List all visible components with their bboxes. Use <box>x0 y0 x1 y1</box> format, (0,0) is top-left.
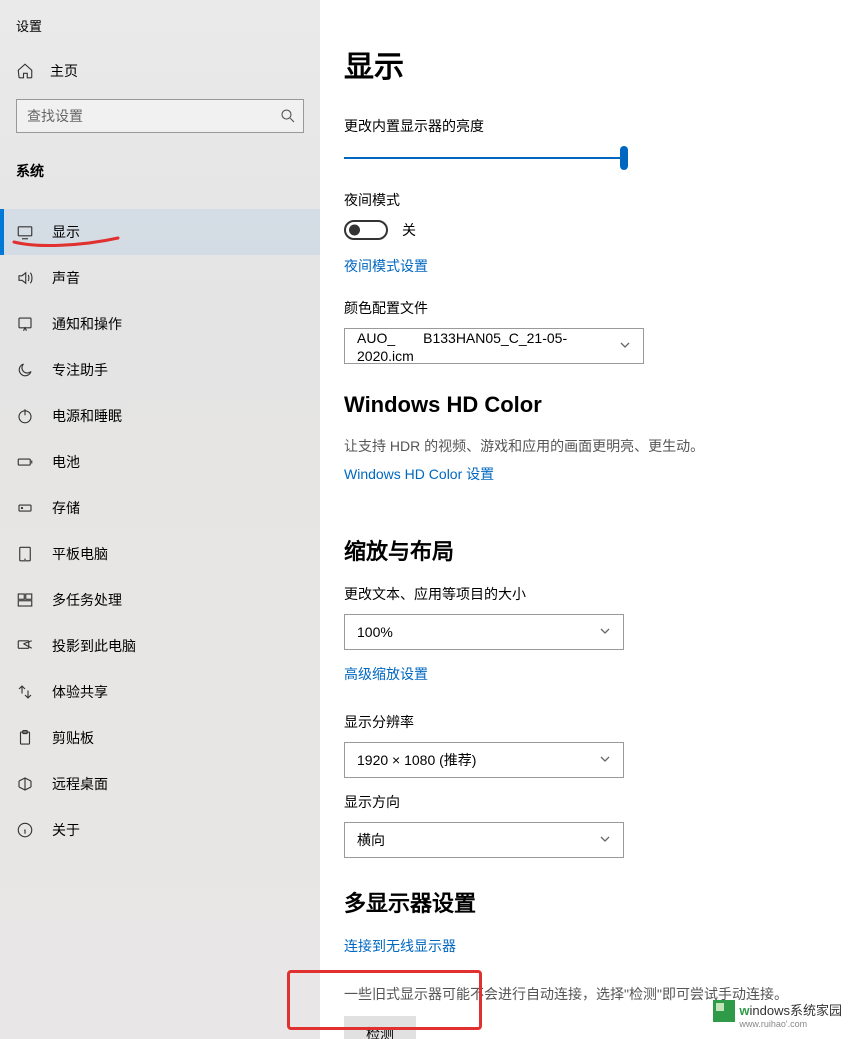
multi-display-desc: 一些旧式显示器可能不会进行自动连接，选择"检测"即可尝试手动连接。 <box>344 984 852 1004</box>
clipboard-icon <box>16 729 34 747</box>
slider-thumb[interactable] <box>620 146 628 170</box>
nav: 显示 声音 通知和操作 专注助手 电源和睡眠 电池 存储 平板电脑 <box>0 209 320 853</box>
sidebar-item-battery[interactable]: 电池 <box>0 439 320 485</box>
app-title: 设置 <box>0 8 320 51</box>
wireless-display-link[interactable]: 连接到无线显示器 <box>344 936 456 956</box>
chevron-down-icon <box>599 752 611 768</box>
brightness-slider[interactable] <box>344 146 628 170</box>
section-label: 系统 <box>0 149 320 191</box>
sidebar-item-label: 远程桌面 <box>52 774 108 794</box>
page-title: 显示 <box>344 42 852 86</box>
home-label: 主页 <box>50 61 78 81</box>
sidebar-item-label: 平板电脑 <box>52 544 108 564</box>
detect-button[interactable]: 检测 <box>344 1016 416 1039</box>
search-icon[interactable] <box>279 107 297 125</box>
sidebar-item-label: 通知和操作 <box>52 314 122 334</box>
orientation-label: 显示方向 <box>344 792 852 812</box>
project-icon <box>16 637 34 655</box>
brightness-label: 更改内置显示器的亮度 <box>344 116 852 136</box>
hd-color-title: Windows HD Color <box>344 392 852 418</box>
sidebar-item-label: 专注助手 <box>52 360 108 380</box>
multi-display-title: 多显示器设置 <box>344 886 852 918</box>
sidebar-item-projecting[interactable]: 投影到此电脑 <box>0 623 320 669</box>
search-box[interactable] <box>16 99 304 133</box>
scale-size-select[interactable]: 100% <box>344 614 624 650</box>
sidebar-item-label: 投影到此电脑 <box>52 636 136 656</box>
sidebar-item-power[interactable]: 电源和睡眠 <box>0 393 320 439</box>
sidebar: 设置 主页 系统 显示 声音 通知和操作 专注助手 电源和 <box>0 0 320 1039</box>
resolution-label: 显示分辨率 <box>344 712 852 732</box>
hd-color-link[interactable]: Windows HD Color 设置 <box>344 464 494 484</box>
sidebar-item-storage[interactable]: 存储 <box>0 485 320 531</box>
search-input[interactable] <box>17 100 303 132</box>
home-button[interactable]: 主页 <box>0 51 320 91</box>
sidebar-item-label: 电源和睡眠 <box>52 406 122 426</box>
sidebar-item-remote[interactable]: 远程桌面 <box>0 761 320 807</box>
sidebar-item-focus[interactable]: 专注助手 <box>0 347 320 393</box>
resolution-select[interactable]: 1920 × 1080 (推荐) <box>344 742 624 778</box>
night-light-toggle-row: 关 <box>344 220 852 240</box>
sidebar-item-label: 体验共享 <box>52 682 108 702</box>
remote-icon <box>16 775 34 793</box>
sidebar-item-display[interactable]: 显示 <box>0 209 320 255</box>
moon-icon <box>16 361 34 379</box>
slider-track <box>344 157 628 159</box>
multitask-icon <box>16 591 34 609</box>
sidebar-item-label: 显示 <box>52 222 80 242</box>
sidebar-item-label: 声音 <box>52 268 80 288</box>
scaling-title: 缩放与布局 <box>344 534 852 566</box>
sidebar-item-label: 电池 <box>52 452 80 472</box>
night-light-toggle[interactable] <box>344 220 388 240</box>
color-profile-value: AUO_ B133HAN05_C_21-05-2020.icm <box>357 328 619 364</box>
scale-size-value: 100% <box>357 624 393 640</box>
sound-icon <box>16 269 34 287</box>
scale-size-label: 更改文本、应用等项目的大小 <box>344 584 852 604</box>
notification-icon <box>16 315 34 333</box>
power-icon <box>16 407 34 425</box>
sidebar-item-label: 存储 <box>52 498 80 518</box>
info-icon <box>16 821 34 839</box>
chevron-down-icon <box>599 832 611 848</box>
shared-icon <box>16 683 34 701</box>
sidebar-item-label: 多任务处理 <box>52 590 122 610</box>
advanced-scaling-link[interactable]: 高级缩放设置 <box>344 664 428 684</box>
sidebar-item-clipboard[interactable]: 剪贴板 <box>0 715 320 761</box>
sidebar-item-about[interactable]: 关于 <box>0 807 320 853</box>
storage-icon <box>16 499 34 517</box>
sidebar-item-multitask[interactable]: 多任务处理 <box>0 577 320 623</box>
battery-icon <box>16 453 34 471</box>
orientation-value: 横向 <box>357 830 385 850</box>
night-light-label: 夜间模式 <box>344 190 852 210</box>
chevron-down-icon <box>619 338 631 354</box>
sidebar-item-label: 剪贴板 <box>52 728 94 748</box>
tablet-icon <box>16 545 34 563</box>
hd-color-desc: 让支持 HDR 的视频、游戏和应用的画面更明亮、更生动。 <box>344 436 852 456</box>
main-content: 显示 更改内置显示器的亮度 夜间模式 关 夜间模式设置 颜色配置文件 AUO_ … <box>320 0 852 1039</box>
night-light-state: 关 <box>402 220 416 240</box>
sidebar-item-tablet[interactable]: 平板电脑 <box>0 531 320 577</box>
night-light-link[interactable]: 夜间模式设置 <box>344 256 428 276</box>
resolution-value: 1920 × 1080 (推荐) <box>357 750 476 770</box>
display-icon <box>16 223 34 241</box>
sidebar-item-label: 关于 <box>52 820 80 840</box>
color-profile-label: 颜色配置文件 <box>344 298 852 318</box>
sidebar-item-notifications[interactable]: 通知和操作 <box>0 301 320 347</box>
color-profile-select[interactable]: AUO_ B133HAN05_C_21-05-2020.icm <box>344 328 644 364</box>
chevron-down-icon <box>599 624 611 640</box>
sidebar-item-sound[interactable]: 声音 <box>0 255 320 301</box>
sidebar-item-shared[interactable]: 体验共享 <box>0 669 320 715</box>
home-icon <box>16 62 34 80</box>
orientation-select[interactable]: 横向 <box>344 822 624 858</box>
